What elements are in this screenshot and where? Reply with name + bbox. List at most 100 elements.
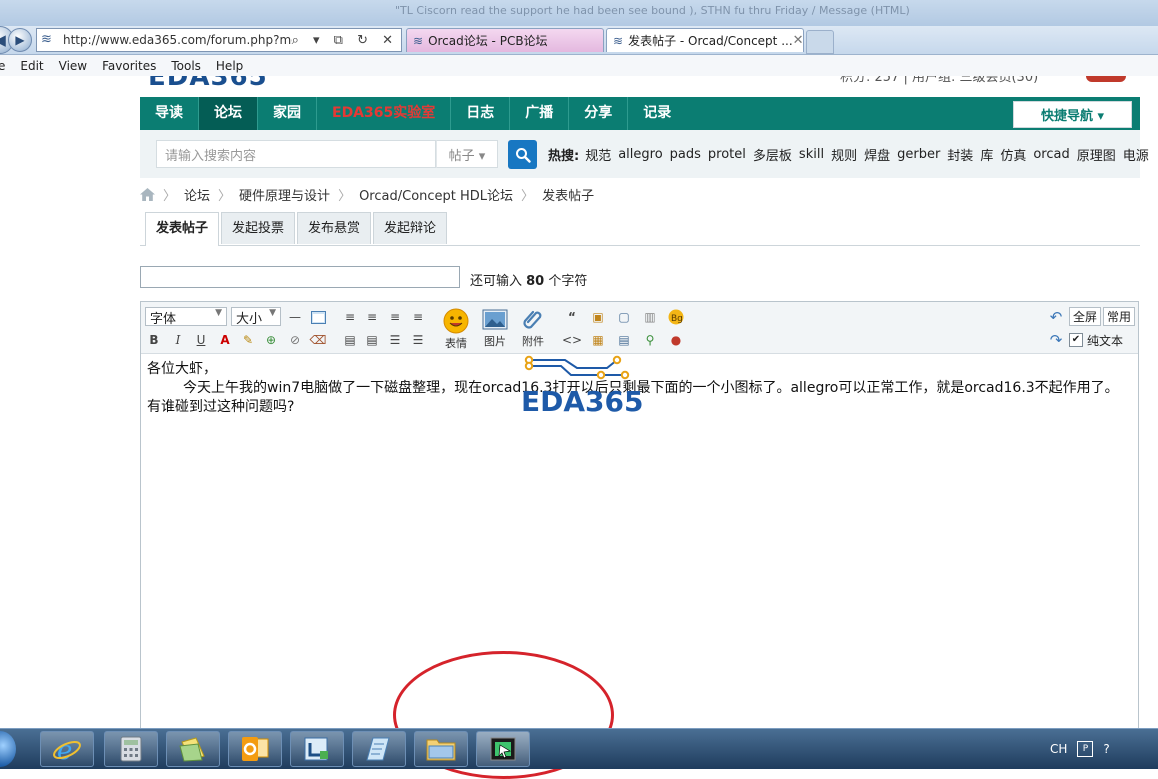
search-type-select[interactable]: 帖子 ▾ [436,140,498,168]
hot-word[interactable]: 焊盘 [864,145,890,164]
quick-nav-button[interactable]: 快捷导航 ▾ [1013,101,1132,128]
taskbar-notes-button[interactable] [166,731,220,767]
size-select[interactable]: 大小 ▼ [231,307,281,327]
table-icon[interactable] [309,308,327,326]
taskbar-calculator-button[interactable] [104,731,158,767]
browser-tab-new-post[interactable]: ≋ 发表帖子 - Orcad/Concept ... ✕ [606,28,804,52]
browser-tab-orcad-forum[interactable]: ≋ Orcad论坛 - PCB论坛 [406,28,604,52]
hot-word[interactable]: gerber [897,147,940,162]
user-icon[interactable]: ⚲ [641,331,659,349]
plaintext-checkbox[interactable]: ✔ [1069,333,1083,347]
float-left-icon[interactable]: ▤ [341,331,359,349]
redo-icon[interactable]: ↷ [1047,331,1065,349]
hide-icon[interactable]: ▢ [615,308,633,326]
nav-blog[interactable]: 日志 [451,97,511,130]
unlink-icon[interactable]: ⊘ [286,331,304,349]
home-icon[interactable] [140,187,155,201]
undo-icon[interactable]: ↶ [1047,308,1065,326]
hot-word[interactable]: orcad [1033,147,1069,162]
tab-new-poll[interactable]: 发起投票 [221,212,296,244]
hr-icon[interactable]: — [286,308,304,326]
breadcrumb-orcad[interactable]: Orcad/Concept HDL论坛 [359,185,513,204]
avatar[interactable] [1086,76,1126,82]
start-button[interactable] [0,731,16,767]
free-icon[interactable]: ▣ [589,308,607,326]
menu-item-view[interactable]: View [59,59,87,73]
address-url[interactable]: http://www.eda365.com/forum.php?mod=post [63,33,292,47]
taskbar-outlook-button[interactable] [228,731,282,767]
hot-word[interactable]: 规范 [585,145,611,164]
hot-word[interactable]: 规则 [831,145,857,164]
hot-word[interactable]: 库 [980,145,993,164]
nav-broadcast[interactable]: 广播 [510,97,570,130]
link-icon[interactable]: ⊕ [262,331,280,349]
emoji-button[interactable]: 表情 [437,308,475,351]
common-button[interactable]: 常用 [1103,307,1136,326]
align-center-icon[interactable]: ≡ [363,308,381,326]
address-bar-buttons[interactable]: ⌕ ▾ ⧉ ↻ ✕ [292,33,401,48]
clear-format-icon[interactable]: ⌫ [309,331,327,349]
font-color-icon[interactable]: A [216,331,234,349]
ime-icon[interactable]: P [1077,741,1094,757]
tray-help-icon[interactable]: ? [1103,742,1109,756]
subject-input[interactable] [140,266,460,288]
taskbar-journal-button[interactable] [352,731,406,767]
hot-word[interactable]: 封装 [947,145,973,164]
background-icon[interactable]: Bg [667,308,685,326]
image-button[interactable]: 图片 [476,308,514,349]
highlight-icon[interactable]: ✎ [239,331,257,349]
menu-item-favorites[interactable]: Favorites [102,59,156,73]
hot-word[interactable]: pads [670,147,701,162]
hot-word[interactable]: skill [799,147,824,162]
align-justify-icon[interactable]: ≡ [409,308,427,326]
attachment-button[interactable]: 附件 [514,308,552,349]
forward-button[interactable]: ▶ [8,28,32,52]
hot-word[interactable]: allegro [618,147,662,162]
italic-icon[interactable]: I [169,331,187,349]
font-select[interactable]: 字体 ▼ [145,307,227,327]
page-icon[interactable]: ▥ [641,308,659,326]
hot-word[interactable]: 仿真 [1000,145,1026,164]
code-icon[interactable]: <> [562,331,582,349]
hot-word[interactable]: protel [708,147,746,162]
align-right-icon[interactable]: ≡ [386,308,404,326]
underline-icon[interactable]: U [192,331,210,349]
site-logo[interactable]: EDA365 [148,76,268,92]
nav-forum[interactable]: 论坛 [199,97,258,130]
taskbar-ie-button[interactable]: e [40,731,94,767]
tab-new-debate[interactable]: 发起辩论 [373,212,448,244]
menu-item-file[interactable]: e [0,59,5,73]
password-icon[interactable]: ▦ [589,331,607,349]
hot-word[interactable]: 电源 [1123,145,1149,164]
nav-home[interactable]: 家园 [258,97,317,130]
search-input[interactable]: 请输入搜索内容 [156,140,436,168]
fullscreen-button[interactable]: 全屏 [1069,307,1102,326]
address-bar[interactable]: ≋ http://www.eda365.com/forum.php?mod=po… [36,28,402,52]
taskbar-orcad-pcb-button[interactable] [476,731,530,767]
taskbar-explorer-button[interactable] [414,731,468,767]
nav-lab[interactable]: EDA365实验室 [317,97,452,130]
breadcrumb-forum[interactable]: 论坛 [184,185,210,204]
search-button[interactable] [508,140,537,169]
breadcrumb-hardware[interactable]: 硬件原理与设计 [239,185,330,204]
ordered-list-icon[interactable]: ☰ [386,331,404,349]
nav-share[interactable]: 分享 [569,97,629,130]
nav-records[interactable]: 记录 [628,97,686,130]
quote-icon[interactable]: “ [563,308,581,326]
nav-daodu[interactable]: 导读 [140,97,199,130]
float-right-icon[interactable]: ▤ [363,331,381,349]
align-left-icon[interactable]: ≡ [341,308,359,326]
menu-item-help[interactable]: Help [216,59,243,73]
new-tab-button[interactable] [806,30,834,54]
hot-word[interactable]: 多层板 [753,145,792,164]
taskbar-orcad-capture-button[interactable] [290,731,344,767]
menu-item-edit[interactable]: Edit [20,59,43,73]
bold-icon[interactable]: B [145,331,163,349]
tab-new-reward[interactable]: 发布悬赏 [297,212,372,244]
menu-item-tools[interactable]: Tools [171,59,201,73]
tab-close-icon[interactable]: ✕ [793,33,803,48]
qq-icon[interactable]: ● [667,331,685,349]
tab-new-thread[interactable]: 发表帖子 [145,212,220,246]
flash-icon[interactable]: ▤ [615,331,633,349]
hot-word[interactable]: 原理图 [1077,145,1116,164]
